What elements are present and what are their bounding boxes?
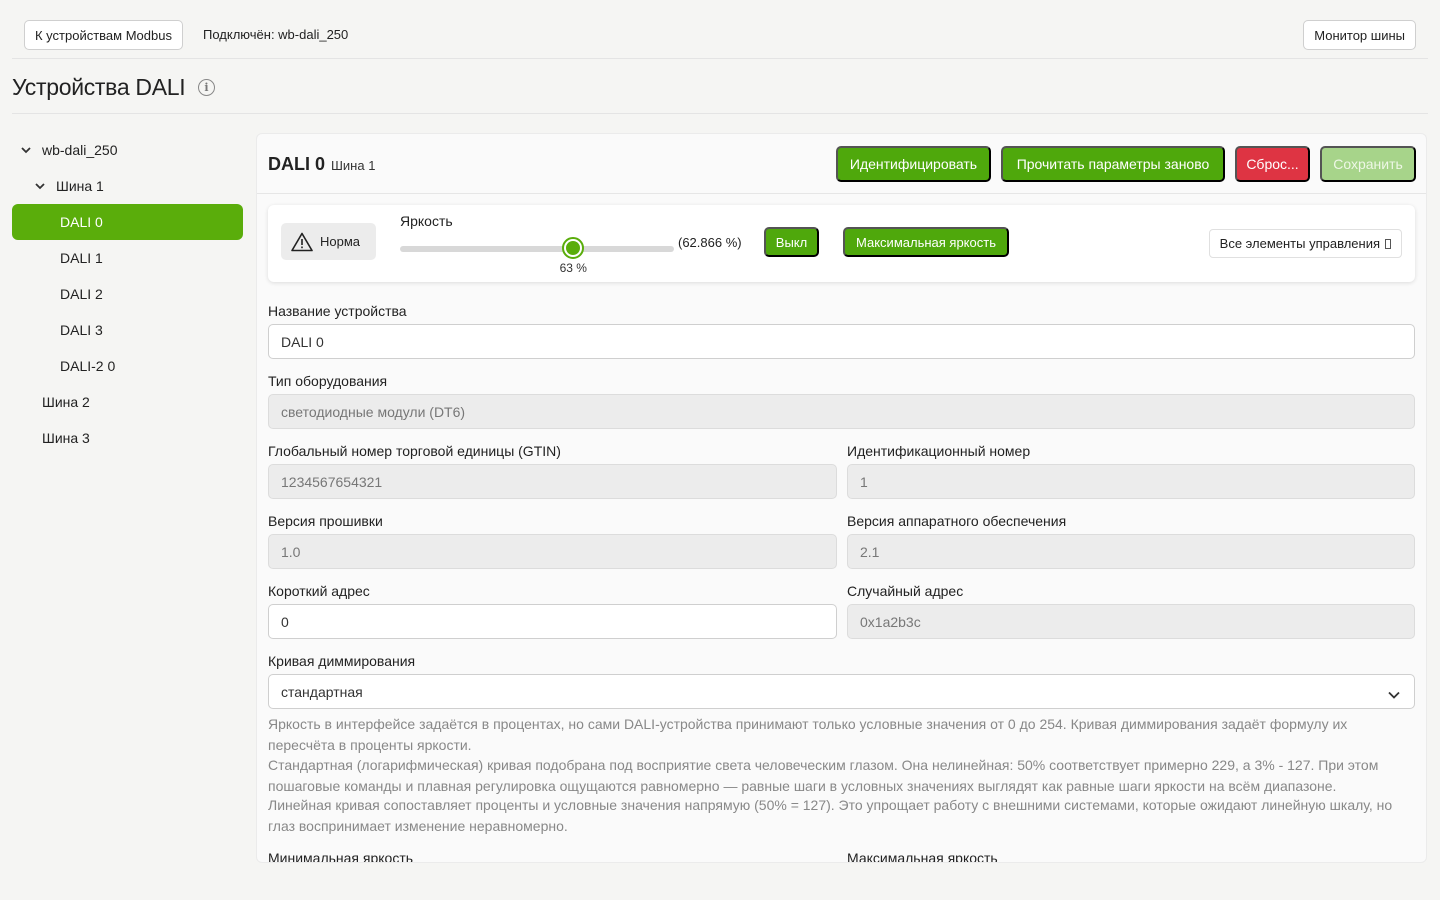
tree-device-label: DALI 0 (60, 214, 103, 230)
curve-help-text-3: Линейная кривая сопоставляет проценты и … (268, 797, 1393, 834)
all-controls-button[interactable]: Все элементы управления (1208, 229, 1402, 258)
all-controls-label: Все элементы управления (1219, 236, 1380, 251)
max-brightness-button[interactable]: Максимальная яркость (843, 227, 1009, 257)
device-title: DALI 0 (268, 154, 326, 174)
tree-bus-2-label: Шина 2 (42, 394, 90, 410)
curve-help-text-1: Яркость в интерфейсе задаётся в процента… (268, 716, 1348, 753)
identify-button[interactable]: Идентифицировать (836, 146, 991, 182)
top-bar: К устройствам Modbus Подключён: wb-dali_… (12, 12, 1428, 59)
tree-device-dali-2[interactable]: DALI 2 (12, 276, 243, 312)
device-header: DALI 0 Шина 1 Идентифицировать Прочитать… (257, 134, 1426, 194)
warning-icon (291, 232, 313, 251)
device-name-label: Название устройства (268, 303, 407, 319)
gtin-field: 1234567654321 (268, 464, 837, 499)
hardware-field: 2.1 (847, 534, 1415, 569)
info-icon[interactable]: i (198, 79, 215, 96)
reread-params-button[interactable]: Прочитать параметры заново (1001, 146, 1225, 182)
random-address-field: 0x1a2b3c (847, 604, 1415, 639)
control-card: Норма Яркость 63 % (62.866 %) Выкл Макси… (268, 205, 1415, 282)
brightness-slider-value: 63 % (559, 261, 587, 275)
page-title: Устройства DALI (12, 74, 186, 100)
brightness-percent: (62.866 %) (678, 235, 742, 250)
device-panel: DALI 0 Шина 1 Идентифицировать Прочитать… (256, 133, 1427, 863)
tree-bus-2[interactable]: Шина 2 (12, 384, 243, 420)
min-brightness-label: Минимальная яркость (268, 850, 414, 863)
device-bus: Шина 1 (331, 158, 376, 173)
tree-device-label: DALI 1 (60, 250, 103, 266)
reset-button[interactable]: Сброс... (1235, 146, 1310, 182)
tree-bus-1[interactable]: Шина 1 (12, 168, 243, 204)
firmware-field: 1.0 (268, 534, 837, 569)
chevron-down-icon (1388, 686, 1400, 702)
short-address-label: Короткий адрес (268, 583, 370, 599)
brightness-label: Яркость (400, 213, 453, 229)
status-label: Норма (320, 234, 361, 249)
dimming-curve-value: стандартная (281, 683, 363, 700)
back-to-modbus-button[interactable]: К устройствам Modbus (24, 20, 183, 50)
tree-device-label: DALI 3 (60, 322, 103, 338)
external-link-icon (1385, 238, 1391, 249)
device-tree: wb-dali_250 Шина 1 DALI 0 DALI 1 DALI 2 … (12, 132, 243, 456)
gtin-label: Глобальный номер торговой единицы (GTIN) (268, 443, 561, 459)
id-number-field: 1 (847, 464, 1415, 499)
off-button[interactable]: Выкл (764, 227, 819, 257)
chevron-down-icon[interactable] (34, 182, 46, 190)
title-row: Устройства DALI i (12, 60, 1428, 114)
firmware-label: Версия прошивки (268, 513, 383, 529)
tree-device-dali-1[interactable]: DALI 1 (12, 240, 243, 276)
curve-help-text-2: Стандартная (логарифмическая) кривая под… (268, 757, 1379, 794)
bus-monitor-button[interactable]: Монитор шины (1303, 20, 1416, 50)
dimming-curve-label: Кривая диммирования (268, 653, 416, 669)
id-number-label: Идентификационный номер (847, 443, 1031, 459)
status-badge: Норма (281, 223, 376, 260)
device-name-input[interactable]: DALI 0 (268, 324, 1415, 359)
hardware-label: Версия аппаратного обеспечения (847, 513, 1067, 529)
max-brightness-label: Максимальная яркость (847, 850, 998, 863)
tree-device-label: DALI-2 0 (60, 358, 116, 374)
tree-gateway-label: wb-dali_250 (42, 142, 118, 158)
brightness-slider-track[interactable] (400, 246, 674, 252)
device-type-label: Тип оборудования (268, 373, 388, 389)
device-type-field: светодиодные модули (DT6) (268, 394, 1415, 429)
brightness-slider-handle[interactable] (561, 237, 584, 259)
save-button[interactable]: Сохранить (1320, 146, 1416, 182)
tree-device-dali-0[interactable]: DALI 0 (12, 204, 243, 240)
short-address-input[interactable]: 0 (268, 604, 837, 639)
tree-bus-3-label: Шина 3 (42, 430, 90, 446)
tree-device-dali-3[interactable]: DALI 3 (12, 312, 243, 348)
tree-gateway[interactable]: wb-dali_250 (12, 132, 243, 168)
tree-device-dali2-0[interactable]: DALI-2 0 (12, 348, 243, 384)
tree-bus-3[interactable]: Шина 3 (12, 420, 243, 456)
tree-device-label: DALI 2 (60, 286, 103, 302)
chevron-down-icon[interactable] (20, 146, 32, 154)
connection-status: Подключён: wb-dali_250 (203, 27, 349, 42)
tree-bus-1-label: Шина 1 (56, 178, 104, 194)
random-address-label: Случайный адрес (847, 583, 964, 599)
dimming-curve-select[interactable]: стандартная (268, 674, 1415, 709)
